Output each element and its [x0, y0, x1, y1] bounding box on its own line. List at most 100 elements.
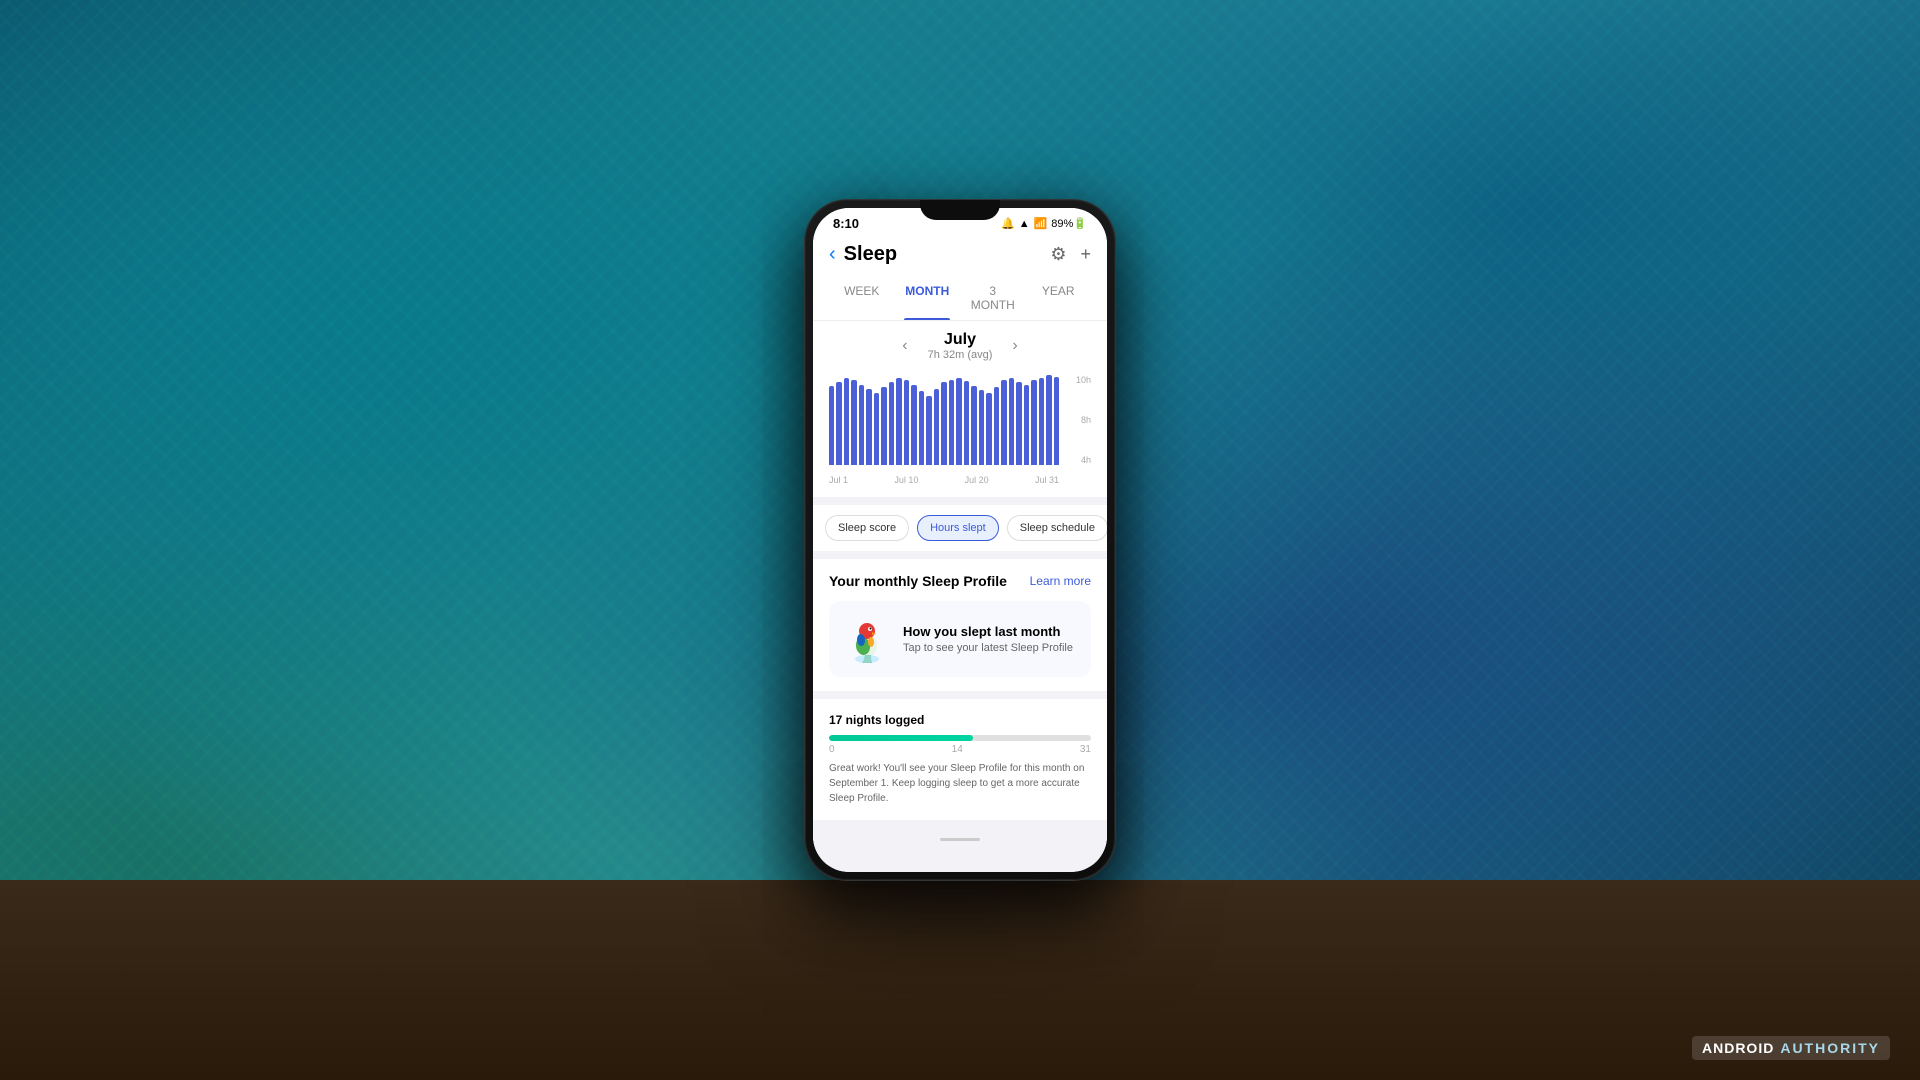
- progress-num-0: 0: [829, 744, 835, 755]
- header-left: ‹ Sleep: [829, 243, 897, 266]
- chart-bar: [851, 380, 856, 465]
- chart-bar: [836, 382, 841, 465]
- chart-bar: [1031, 380, 1036, 465]
- chart-bar: [926, 396, 931, 465]
- prev-month-button[interactable]: ‹: [902, 337, 907, 355]
- scroll-content[interactable]: ‹ July 7h 32m (avg) › 10h 8h 4h: [813, 321, 1107, 872]
- tabs-bar: WEEK MONTH 3 MONTH YEAR: [813, 276, 1107, 321]
- chart-y-labels: 10h 8h 4h: [1063, 375, 1091, 465]
- chip-sleep-schedule[interactable]: Sleep schedule: [1007, 515, 1107, 541]
- chart-bar: [964, 381, 969, 465]
- status-icons: 🔔 ▲ 📶 89%🔋: [1001, 217, 1087, 230]
- phone-outer-shell: 8:10 🔔 ▲ 📶 89%🔋 ‹ Sleep ⚙ +: [805, 200, 1115, 880]
- phone-screen: 8:10 🔔 ▲ 📶 89%🔋 ‹ Sleep ⚙ +: [813, 208, 1107, 872]
- chart-bar: [934, 389, 939, 465]
- y-label-8h: 8h: [1081, 415, 1091, 425]
- chart-bar: [844, 378, 849, 465]
- chart-bar: [911, 385, 916, 465]
- progress-fill: [829, 735, 973, 741]
- settings-icon[interactable]: ⚙: [1050, 244, 1066, 265]
- battery-label: 89%🔋: [1051, 217, 1087, 230]
- progress-label: 17 nights logged: [829, 713, 1091, 727]
- tab-week[interactable]: WEEK: [829, 276, 895, 320]
- watermark-prefix: ANDROID: [1702, 1040, 1774, 1056]
- card-subtitle: Tap to see your latest Sleep Profile: [903, 642, 1073, 654]
- status-time: 8:10: [833, 216, 859, 231]
- app-header: ‹ Sleep ⚙ +: [813, 235, 1107, 276]
- chart-bar: [994, 387, 999, 465]
- chart-bar: [829, 386, 834, 465]
- phone-notch: [920, 208, 1000, 220]
- chart-bar: [1054, 377, 1059, 465]
- progress-num-14: 14: [952, 744, 963, 755]
- add-icon[interactable]: +: [1080, 244, 1091, 265]
- month-info: July 7h 32m (avg): [928, 331, 993, 361]
- chart-bar: [866, 389, 871, 465]
- next-month-button[interactable]: ›: [1012, 337, 1017, 355]
- chart-bar: [874, 393, 879, 465]
- table-surface: [0, 880, 1920, 1080]
- month-name: July: [928, 331, 993, 349]
- progress-bar-container: 0 14 31: [829, 735, 1091, 755]
- x-label-jul10: Jul 10: [894, 475, 918, 485]
- phone-device: 8:10 🔔 ▲ 📶 89%🔋 ‹ Sleep ⚙ +: [805, 200, 1115, 880]
- chart-bar: [859, 385, 864, 465]
- tab-year[interactable]: YEAR: [1026, 276, 1092, 320]
- chart-bar: [904, 380, 909, 465]
- chip-sleep-score[interactable]: Sleep score: [825, 515, 909, 541]
- chart-bars: [829, 375, 1059, 465]
- section-title: Your monthly Sleep Profile: [829, 573, 1007, 589]
- chart-bar: [889, 382, 894, 465]
- section-header: Your monthly Sleep Profile Learn more: [829, 573, 1091, 589]
- page-title: Sleep: [844, 243, 897, 266]
- x-label-jul1: Jul 1: [829, 475, 848, 485]
- month-navigation: ‹ July 7h 32m (avg) ›: [813, 321, 1107, 367]
- chip-hours-slept[interactable]: Hours slept: [917, 515, 999, 541]
- chart-bar: [919, 391, 924, 465]
- filter-chips: Sleep score Hours slept Sleep schedule: [813, 505, 1107, 551]
- tab-month[interactable]: MONTH: [895, 276, 961, 320]
- chart-bar: [1046, 375, 1051, 465]
- x-label-jul31: Jul 31: [1035, 475, 1059, 485]
- progress-section: 17 nights logged 0 14 31 Great work! You…: [813, 699, 1107, 820]
- chart-bar: [1039, 378, 1044, 465]
- progress-description: Great work! You'll see your Sleep Profil…: [829, 761, 1091, 806]
- chart-bar: [956, 378, 961, 465]
- chart-bar: [949, 380, 954, 465]
- watermark-brand: AUTHORITY: [1780, 1040, 1880, 1056]
- chart-bar: [896, 378, 901, 465]
- sleep-profile-section: Your monthly Sleep Profile Learn more: [813, 559, 1107, 691]
- y-label-4h: 4h: [1081, 455, 1091, 465]
- sleep-chart: 10h 8h 4h Jul 1 Jul 10 Jul 20 Jul 31: [829, 375, 1091, 485]
- notification-icon: 🔔: [1001, 217, 1015, 230]
- x-label-jul20: Jul 20: [965, 475, 989, 485]
- chart-bar: [971, 386, 976, 465]
- tab-3month[interactable]: 3 MONTH: [960, 276, 1026, 320]
- chart-bar: [1001, 380, 1006, 465]
- parrot-svg: [843, 615, 891, 663]
- progress-num-31: 31: [1080, 744, 1091, 755]
- chart-bar: [979, 390, 984, 465]
- card-title: How you slept last month: [903, 624, 1073, 639]
- sleep-chart-area: 10h 8h 4h Jul 1 Jul 10 Jul 20 Jul 31: [813, 367, 1107, 497]
- back-button[interactable]: ‹: [829, 243, 836, 266]
- chart-x-labels: Jul 1 Jul 10 Jul 20 Jul 31: [829, 475, 1059, 485]
- card-text: How you slept last month Tap to see your…: [903, 624, 1073, 654]
- progress-numbers: 0 14 31: [829, 744, 1091, 755]
- watermark: ANDROID AUTHORITY: [1692, 1036, 1890, 1060]
- signal-icon: 📶: [1034, 217, 1048, 230]
- parrot-icon: [843, 615, 891, 663]
- month-avg: 7h 32m (avg): [928, 349, 993, 361]
- chart-bar: [941, 382, 946, 465]
- wifi-icon: ▲: [1019, 218, 1030, 230]
- chart-bar: [986, 393, 991, 465]
- sleep-profile-card[interactable]: How you slept last month Tap to see your…: [829, 601, 1091, 677]
- header-right: ⚙ +: [1050, 244, 1091, 265]
- chart-bar: [1024, 385, 1029, 465]
- scroll-line: [940, 838, 980, 841]
- chart-bar: [881, 387, 886, 465]
- progress-track: [829, 735, 1091, 741]
- chart-bar: [1009, 378, 1014, 465]
- learn-more-button[interactable]: Learn more: [1030, 574, 1091, 588]
- chart-bar: [1016, 382, 1021, 465]
